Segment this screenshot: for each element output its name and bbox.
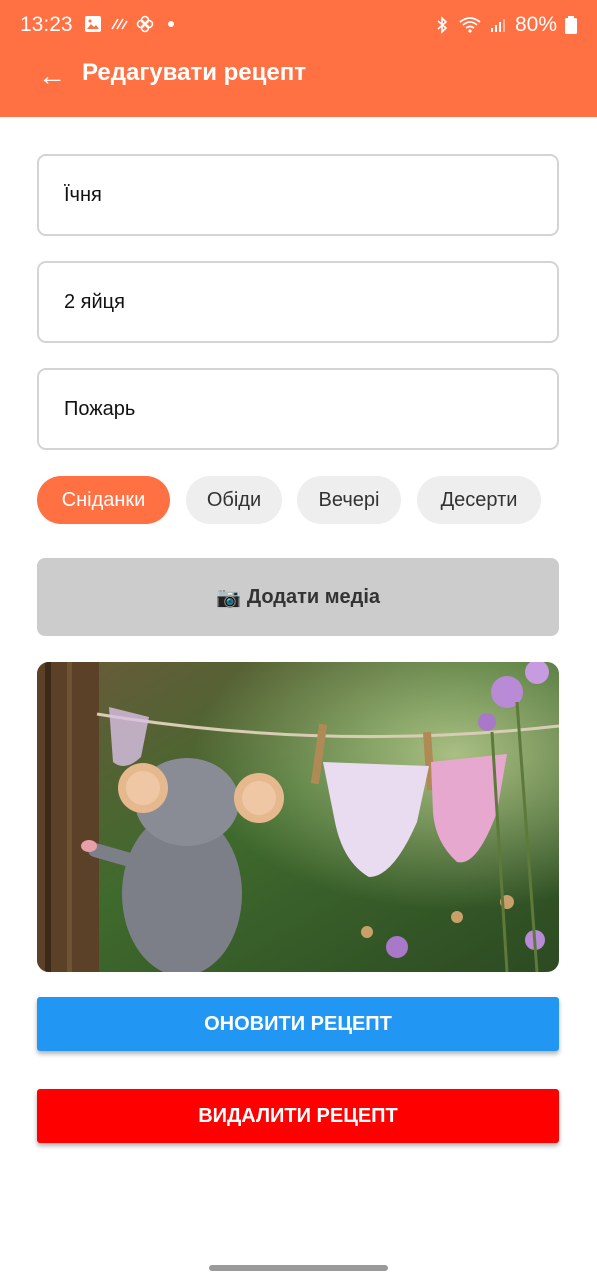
recipe-name-field-container xyxy=(37,154,559,236)
status-time: 13:23 xyxy=(20,13,73,36)
steps-field[interactable] xyxy=(39,370,557,448)
update-recipe-button[interactable]: ОНОВИТИ РЕЦЕПТ xyxy=(37,997,559,1051)
page-title: Редагувати рецепт xyxy=(82,59,307,86)
app-bar: ← Редагувати рецепт xyxy=(0,52,597,117)
add-media-button[interactable]: 📷 Додати медіа xyxy=(37,558,559,636)
speed-notification-icon xyxy=(111,18,128,30)
app-header: 13:23 80% ← Редагувати рецепт xyxy=(0,0,597,117)
ingredients-field[interactable] xyxy=(39,263,557,341)
home-indicator[interactable] xyxy=(209,1265,388,1271)
system-icons: 80% xyxy=(433,13,577,37)
signal-icon xyxy=(490,19,505,32)
media-preview-image[interactable] xyxy=(37,662,559,972)
steps-field-container xyxy=(37,368,559,450)
battery-level: 80% xyxy=(514,13,557,36)
pinwheel-notification-icon xyxy=(136,15,154,33)
back-arrow-icon[interactable]: ← xyxy=(38,60,66,92)
chip-breakfast[interactable]: Сніданки xyxy=(37,476,170,524)
gallery-notification-icon xyxy=(85,16,101,32)
chip-dinner[interactable]: Вечері xyxy=(297,476,401,524)
bluetooth-icon xyxy=(437,16,448,34)
status-bar: 13:23 80% xyxy=(0,0,597,52)
camera-icon: 📷 xyxy=(215,586,241,609)
delete-recipe-button[interactable]: ВИДАЛИТИ РЕЦЕПТ xyxy=(37,1089,559,1143)
dot-icon xyxy=(168,21,174,27)
add-media-label: Додати медіа xyxy=(246,585,381,608)
battery-icon xyxy=(565,16,577,34)
ingredients-field-container xyxy=(37,261,559,343)
wifi-icon xyxy=(459,17,481,33)
image-thumbnail-icon xyxy=(37,662,559,972)
chip-desserts[interactable]: Десерти xyxy=(417,476,541,524)
chip-lunch[interactable]: Обіди xyxy=(186,476,282,524)
notification-icons xyxy=(84,15,180,33)
recipe-name-field[interactable] xyxy=(39,156,557,234)
